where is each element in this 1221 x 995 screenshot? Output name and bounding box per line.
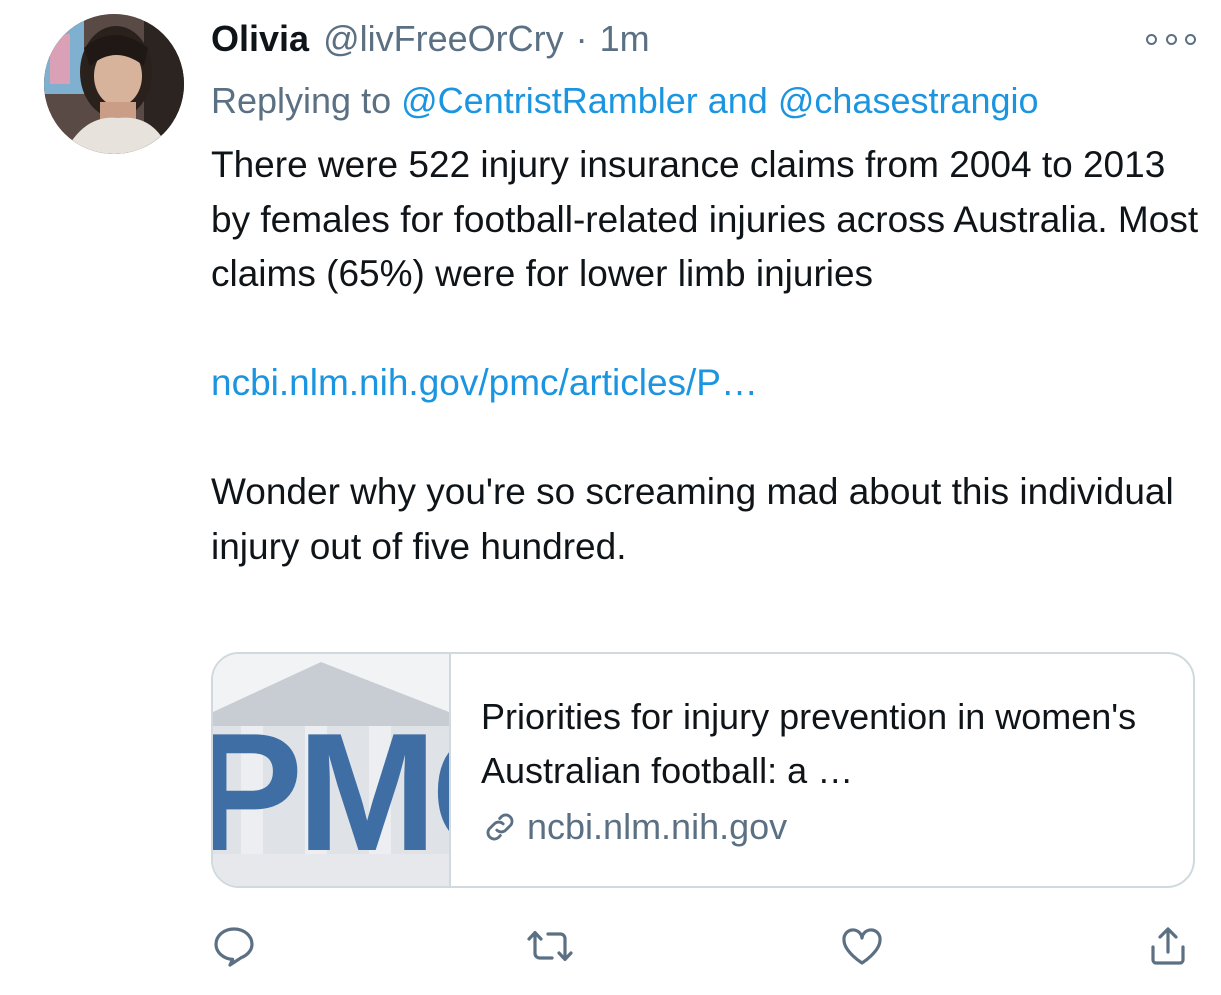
replying-to-line: Replying to @CentristRambler and @chases… <box>211 80 1039 122</box>
share-icon <box>1151 927 1185 965</box>
retweet-icon <box>527 931 573 961</box>
reply-button[interactable] <box>206 918 262 974</box>
card-text: Priorities for injury prevention in wome… <box>451 654 1193 886</box>
card-title: Priorities for injury prevention in wome… <box>481 696 1137 791</box>
more-dot <box>1185 33 1196 45</box>
pmc-logo: PMC <box>213 654 449 886</box>
share-button[interactable] <box>1140 918 1196 974</box>
user-handle[interactable]: @livFreeOrCry <box>323 18 564 60</box>
pmc-logo-text: PMC <box>213 698 449 886</box>
reply-icon <box>214 927 254 967</box>
mention-link[interactable]: @chasestrangio <box>778 80 1039 121</box>
avatar-image <box>44 14 184 154</box>
separator-dot: · <box>575 18 588 59</box>
more-dot <box>1165 33 1177 45</box>
action-bar <box>0 918 1221 974</box>
avatar[interactable] <box>44 14 184 154</box>
like-button[interactable] <box>834 918 890 974</box>
heart-icon <box>842 928 882 965</box>
card-domain-row: ncbi.nlm.nih.gov <box>481 806 1163 848</box>
tweet-text: There were 522 injury insurance claims f… <box>211 138 1201 574</box>
timestamp[interactable]: 1m <box>600 18 650 60</box>
tweet-paragraph: There were 522 injury insurance claims f… <box>211 144 1199 294</box>
link-preview-card[interactable]: PMC Priorities for injury prevention in … <box>211 652 1195 888</box>
more-dot <box>1146 33 1157 45</box>
link-icon <box>486 813 514 841</box>
mention-conjunction[interactable]: and <box>708 80 768 121</box>
mention-link[interactable]: @CentristRambler <box>401 80 698 121</box>
display-name[interactable]: Olivia <box>211 18 309 60</box>
article-link[interactable]: ncbi.nlm.nih.gov/pmc/articles/P… <box>211 362 758 403</box>
more-options-icon[interactable] <box>1146 28 1196 50</box>
card-domain: ncbi.nlm.nih.gov <box>527 806 788 847</box>
tweet-paragraph: Wonder why you're so screaming mad about… <box>211 471 1174 567</box>
replying-to-label: Replying to <box>211 80 392 121</box>
tweet-header: Olivia @livFreeOrCry · 1m <box>211 18 650 66</box>
card-thumbnail: PMC <box>213 654 451 886</box>
retweet-button[interactable] <box>522 918 578 974</box>
